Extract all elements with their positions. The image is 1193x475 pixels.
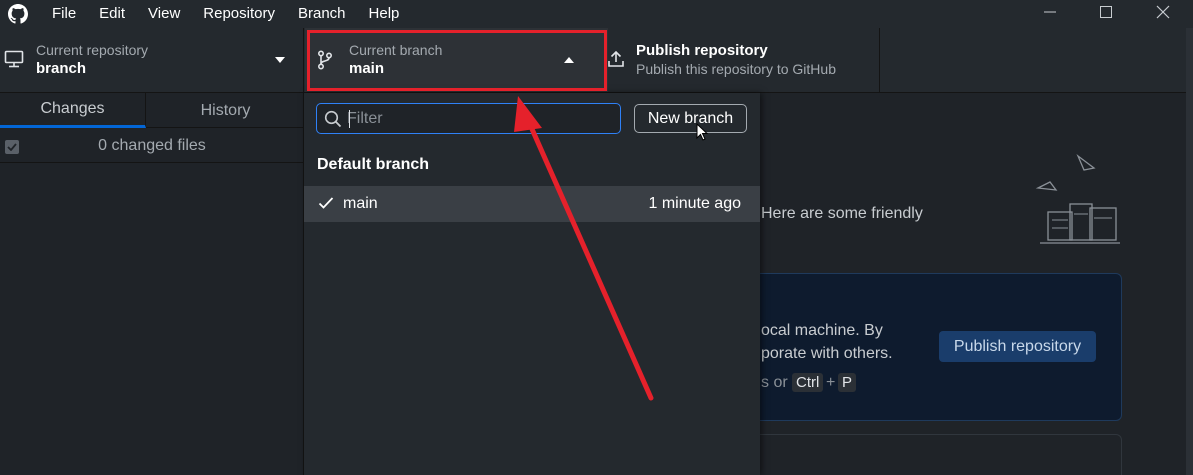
close-button[interactable] xyxy=(1140,0,1186,24)
shortcut-plus: + xyxy=(826,374,836,391)
repository-name: branch xyxy=(36,60,87,77)
illustration-icon xyxy=(1035,154,1120,244)
menu-edit[interactable]: Edit xyxy=(99,2,125,26)
cursor-icon xyxy=(696,123,708,141)
branch-dropdown: New branch Default branch main 1 minute … xyxy=(304,93,760,475)
search-icon xyxy=(324,110,342,128)
repository-label: Current repository xyxy=(36,42,149,58)
new-branch-button[interactable]: New branch xyxy=(634,104,747,133)
upload-icon xyxy=(608,50,624,67)
card-publish-button[interactable]: Publish repository xyxy=(939,331,1096,362)
computer-icon xyxy=(4,50,24,68)
current-repository-selector[interactable]: Current repository branch xyxy=(0,28,304,92)
check-icon xyxy=(318,197,334,209)
publish-repository-button[interactable]: Publish repository Publish this reposito… xyxy=(606,28,880,92)
secondary-card xyxy=(740,434,1122,475)
maximize-icon xyxy=(1100,6,1112,18)
changes-sidebar: Changes History 0 changed files xyxy=(0,93,304,475)
welcome-text: Here are some friendly xyxy=(761,205,923,222)
filter-field[interactable] xyxy=(316,103,621,134)
branch-item-name: main xyxy=(343,195,378,212)
shortcut-key-ctrl: Ctrl xyxy=(792,373,824,392)
changed-files-header: 0 changed files xyxy=(0,129,304,163)
annotation-highlight-box xyxy=(307,30,607,91)
publish-subtitle: Publish this repository to GitHub xyxy=(636,61,836,77)
scrollbar[interactable] xyxy=(1186,28,1193,475)
close-icon xyxy=(1156,5,1170,19)
tab-history[interactable]: History xyxy=(147,93,304,128)
menu-help[interactable]: Help xyxy=(369,2,400,26)
maximize-button[interactable] xyxy=(1083,0,1129,24)
text-caret xyxy=(349,110,350,128)
publish-title: Publish repository xyxy=(636,42,768,59)
menu-file[interactable]: File xyxy=(52,2,76,26)
menu-branch[interactable]: Branch xyxy=(298,2,346,26)
card-text-line: porate with others. xyxy=(761,345,893,362)
card-text-line: s or xyxy=(761,374,788,391)
menu-repository[interactable]: Repository xyxy=(203,2,275,26)
menu-view[interactable]: View xyxy=(148,2,180,26)
caret-down-icon xyxy=(275,57,285,63)
tab-changes[interactable]: Changes xyxy=(0,93,146,128)
minimize-icon xyxy=(1044,11,1056,13)
branch-list-item[interactable]: main 1 minute ago xyxy=(304,186,760,222)
changed-files-count: 0 changed files xyxy=(98,137,206,154)
default-branch-header: Default branch xyxy=(317,156,430,173)
github-logo-icon xyxy=(6,2,30,26)
branch-item-time: 1 minute ago xyxy=(648,195,741,212)
sidebar-tabs: Changes History xyxy=(0,93,304,128)
title-bar: File Edit View Repository Branch Help xyxy=(0,0,1193,28)
card-text-line: ocal machine. By xyxy=(761,322,883,339)
filter-input[interactable] xyxy=(347,104,617,133)
minimize-button[interactable] xyxy=(1027,0,1073,24)
shortcut-key-p: P xyxy=(838,373,857,392)
